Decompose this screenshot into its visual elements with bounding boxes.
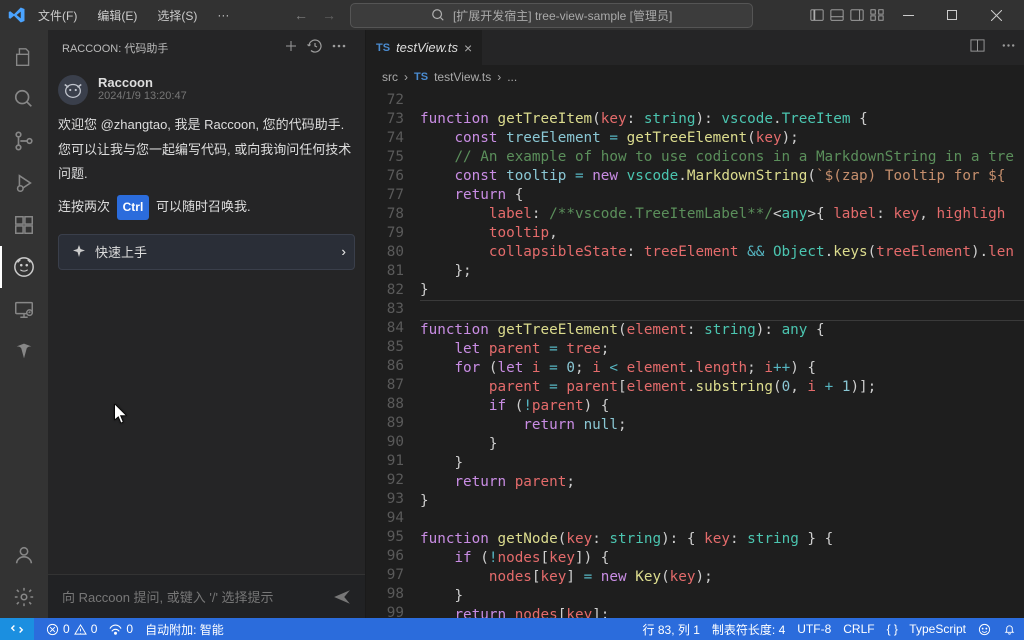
tab-filename: testView.ts — [396, 40, 458, 55]
chat-body: Raccoon 2024/1/9 13:20:47 欢迎您 @zhangtao,… — [48, 65, 365, 574]
assistant-avatar — [58, 75, 88, 105]
chevron-right-icon: ›› — [341, 244, 342, 259]
activity-scm[interactable] — [0, 120, 48, 162]
activity-search[interactable] — [0, 78, 48, 120]
activity-account[interactable] — [0, 534, 48, 576]
nav-back-icon[interactable]: ← — [294, 7, 308, 23]
more-icon[interactable] — [327, 36, 351, 59]
tab-close-icon[interactable]: × — [464, 40, 472, 56]
message-timestamp: 2024/1/9 13:20:47 — [98, 90, 187, 102]
sidebar-title: RACCOON: 代码助手 — [62, 40, 168, 56]
split-editor-icon[interactable] — [962, 30, 993, 65]
layout-bottom-icon[interactable] — [830, 8, 844, 22]
menu-select[interactable]: 选择(S) — [149, 3, 205, 28]
window-maximize[interactable] — [932, 0, 972, 30]
activity-raccoon[interactable] — [0, 246, 48, 288]
nav-fwd-icon[interactable]: → — [322, 7, 336, 23]
sparkle-icon — [71, 244, 87, 260]
menu-more[interactable]: ··· — [209, 4, 237, 26]
quickstart-card[interactable]: 快速上手 ›› — [58, 234, 355, 270]
status-bell-icon[interactable] — [1003, 623, 1016, 636]
tab-testview[interactable]: TS testView.ts × — [366, 30, 482, 65]
chat-placeholder: 向 Raccoon 提问, 或键入 '/' 选择提示 — [62, 587, 274, 606]
layout-custom-icon[interactable] — [870, 8, 884, 22]
activity-settings[interactable] — [0, 576, 48, 618]
chat-input[interactable]: 向 Raccoon 提问, 或键入 '/' 选择提示 — [48, 574, 365, 618]
window-title: [扩展开发宿主] tree-view-sample [管理员] — [453, 7, 672, 24]
code-area[interactable]: 7273747576777879808182838485868788899091… — [366, 89, 1024, 618]
layout-right-icon[interactable] — [850, 8, 864, 22]
title-bar: 文件(F) 编辑(E) 选择(S) ··· ← → [扩展开发宿主] tree-… — [0, 0, 1024, 30]
editor-more-icon[interactable] — [993, 30, 1024, 65]
app-logo-icon — [8, 6, 26, 24]
editor: TS testView.ts × src› TStestView.ts› ...… — [366, 30, 1024, 618]
search-icon — [431, 8, 445, 22]
sidebar: RACCOON: 代码助手 Raccoon 2024/1/9 13:20:47 … — [48, 30, 366, 618]
ts-icon: TS — [376, 42, 390, 54]
activity-explorer[interactable] — [0, 36, 48, 78]
status-position[interactable]: 行 83, 列 1 — [643, 621, 700, 638]
activity-bar — [0, 30, 48, 618]
status-debug[interactable]: 自动附加: 智能 — [145, 621, 224, 638]
status-bar: 00 0 自动附加: 智能 行 83, 列 1 制表符长度: 4 UTF-8 C… — [0, 618, 1024, 640]
activity-tesla[interactable] — [0, 330, 48, 372]
window-close[interactable] — [976, 0, 1016, 30]
editor-tabs: TS testView.ts × — [366, 30, 1024, 65]
menu-file[interactable]: 文件(F) — [30, 3, 85, 28]
code-source[interactable]: function getTreeItem(key: string): vscod… — [420, 89, 1024, 618]
window-minimize[interactable] — [888, 0, 928, 30]
status-lang[interactable]: { } TypeScript — [887, 622, 966, 636]
greeting-text-2: 连按两次 Ctrl 可以随时召唤我. — [58, 195, 355, 220]
breadcrumbs[interactable]: src› TStestView.ts› ... — [366, 65, 1024, 89]
send-icon[interactable] — [333, 588, 351, 606]
status-encoding[interactable]: UTF-8 — [797, 622, 831, 636]
status-port[interactable]: 0 — [109, 622, 133, 636]
activity-extensions[interactable] — [0, 204, 48, 246]
kbd-ctrl: Ctrl — [117, 195, 150, 220]
assistant-name: Raccoon — [98, 75, 187, 90]
history-icon[interactable] — [303, 36, 327, 59]
status-errors[interactable]: 00 — [46, 622, 97, 636]
gutter: 7273747576777879808182838485868788899091… — [366, 89, 420, 618]
status-eol[interactable]: CRLF — [843, 622, 874, 636]
new-chat-icon[interactable] — [279, 36, 303, 59]
status-tabsize[interactable]: 制表符长度: 4 — [712, 621, 785, 638]
greeting-text-1: 欢迎您 @zhangtao, 我是 Raccoon, 您的代码助手. 您可以让我… — [58, 113, 355, 187]
remote-indicator[interactable] — [0, 618, 34, 640]
status-feedback-icon[interactable] — [978, 623, 991, 636]
layout-left-icon[interactable] — [810, 8, 824, 22]
quickstart-label: 快速上手 — [95, 242, 147, 261]
menu-edit[interactable]: 编辑(E) — [89, 3, 145, 28]
command-center[interactable]: [扩展开发宿主] tree-view-sample [管理员] — [350, 3, 753, 28]
activity-remote[interactable] — [0, 288, 48, 330]
sidebar-header: RACCOON: 代码助手 — [48, 30, 365, 65]
activity-debug[interactable] — [0, 162, 48, 204]
